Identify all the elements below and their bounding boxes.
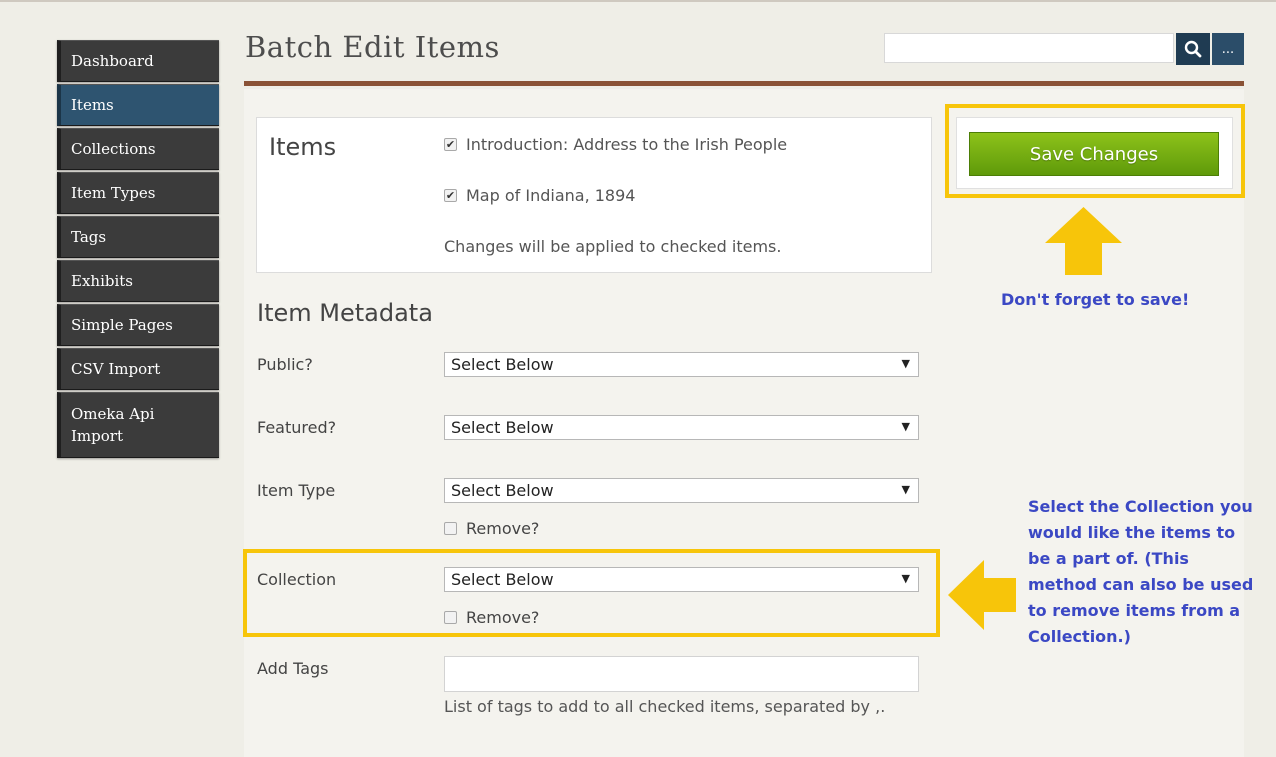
remove-item-type-checkbox[interactable] xyxy=(444,522,457,535)
featured-select-value: Select Below xyxy=(451,418,554,437)
sidebar-item-label: CSV Import xyxy=(71,360,161,378)
sidebar-item-omeka-api-import[interactable]: Omeka Api Import xyxy=(57,392,219,458)
public-select[interactable]: Select Below ▼ xyxy=(444,352,919,377)
public-label: Public? xyxy=(257,355,313,374)
collection-highlight-box xyxy=(243,549,940,637)
sidebar-item-exhibits[interactable]: Exhibits xyxy=(57,260,219,302)
item-row: ✔ Map of Indiana, 1894 xyxy=(444,186,635,205)
sidebar-item-label: Exhibits xyxy=(71,272,133,290)
checkbox-checked-icon[interactable]: ✔ xyxy=(444,189,457,202)
collection-annotation-line: be a part of. (This xyxy=(1028,549,1189,568)
remove-label: Remove? xyxy=(466,519,540,538)
sidebar-item-dashboard[interactable]: Dashboard xyxy=(57,40,219,82)
featured-select[interactable]: Select Below ▼ xyxy=(444,415,919,440)
item-type-label: Item Type xyxy=(257,481,336,500)
checked-items-note: Changes will be applied to checked items… xyxy=(444,237,782,256)
arrow-left-icon xyxy=(948,560,1016,630)
add-tags-label: Add Tags xyxy=(257,659,329,678)
collection-annotation: Select the Collection you would like the… xyxy=(1028,494,1253,650)
collection-annotation-line: method can also be used xyxy=(1028,575,1254,594)
item-metadata-heading: Item Metadata xyxy=(257,299,433,327)
public-select-value: Select Below xyxy=(451,355,554,374)
save-annotation: Don't forget to save! xyxy=(1001,290,1190,309)
title-divider xyxy=(244,81,1244,86)
dropdown-arrow-icon: ▼ xyxy=(901,357,910,370)
arrow-up-icon xyxy=(1045,207,1122,275)
save-highlight-box xyxy=(945,104,1245,198)
collection-annotation-line: Select the Collection you xyxy=(1028,497,1253,516)
sidebar-item-item-types[interactable]: Item Types xyxy=(57,172,219,214)
sidebar-item-label: Omeka Api Import xyxy=(71,405,155,445)
sidebar-item-csv-import[interactable]: CSV Import xyxy=(57,348,219,390)
search-button[interactable] xyxy=(1176,33,1210,65)
top-border xyxy=(0,0,1276,2)
item-type-select-value: Select Below xyxy=(451,481,554,500)
collection-annotation-line: Collection.) xyxy=(1028,627,1131,646)
search-icon xyxy=(1184,40,1202,58)
collection-annotation-line: would like the items to xyxy=(1028,523,1236,542)
search-input[interactable] xyxy=(884,33,1174,63)
featured-label: Featured? xyxy=(257,418,337,437)
sidebar-item-tags[interactable]: Tags xyxy=(57,216,219,258)
advanced-search-button[interactable]: ... xyxy=(1212,33,1244,65)
sidebar-nav: Dashboard Items Collections Item Types T… xyxy=(57,40,219,460)
add-tags-input[interactable] xyxy=(444,656,919,692)
checkbox-checked-icon[interactable]: ✔ xyxy=(444,138,457,151)
dropdown-arrow-icon: ▼ xyxy=(901,483,910,496)
sidebar-item-items[interactable]: Items xyxy=(57,84,219,126)
item-row: ✔ Introduction: Address to the Irish Peo… xyxy=(444,135,787,154)
item-label: Introduction: Address to the Irish Peopl… xyxy=(466,135,788,154)
item-type-select[interactable]: Select Below ▼ xyxy=(444,478,919,503)
dropdown-arrow-icon: ▼ xyxy=(901,420,910,433)
collection-annotation-line: to remove items from a xyxy=(1028,601,1241,620)
add-tags-help: List of tags to add to all checked items… xyxy=(444,697,886,716)
item-type-remove: Remove? xyxy=(444,519,539,538)
sidebar-item-simple-pages[interactable]: Simple Pages xyxy=(57,304,219,346)
sidebar-item-label: Tags xyxy=(71,228,107,246)
sidebar-item-label: Item Types xyxy=(71,184,156,202)
item-label: Map of Indiana, 1894 xyxy=(466,186,636,205)
sidebar-item-collections[interactable]: Collections xyxy=(57,128,219,170)
page-title: Batch Edit Items xyxy=(245,30,500,64)
sidebar-item-label: Simple Pages xyxy=(71,316,173,334)
sidebar-item-label: Collections xyxy=(71,140,156,158)
items-heading: Items xyxy=(269,133,337,161)
sidebar-item-label: Dashboard xyxy=(71,52,154,70)
sidebar-item-label: Items xyxy=(71,96,114,114)
